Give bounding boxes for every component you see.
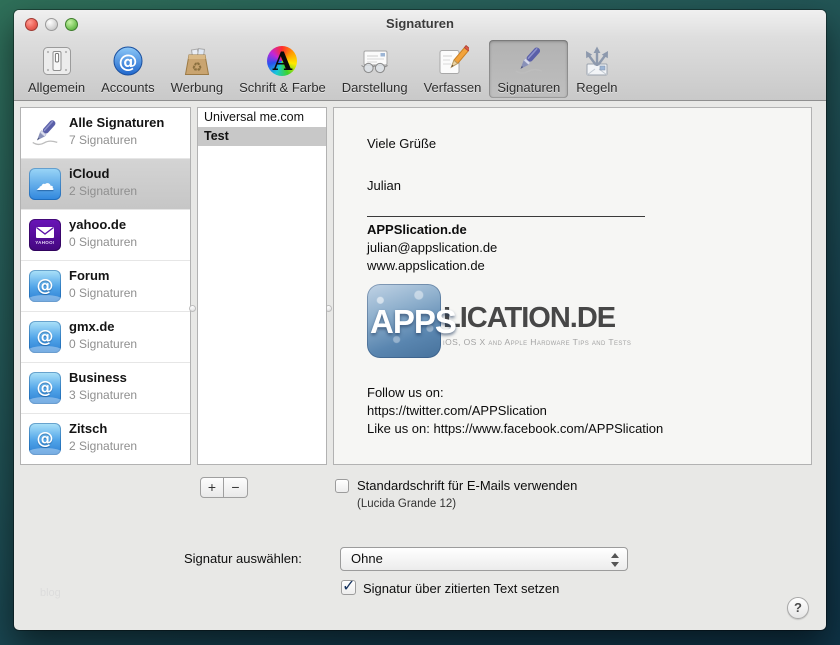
checkmark-icon: ✓ xyxy=(342,576,355,595)
compose-pencil-icon xyxy=(435,44,469,78)
at-circle-icon: @ xyxy=(111,44,145,78)
quote-position-checkbox[interactable]: ✓ xyxy=(341,580,356,595)
titlebar[interactable]: Signaturen xyxy=(14,10,826,36)
preview-facebook: Like us on: https://www.facebook.com/APP… xyxy=(367,421,663,436)
account-count: 2 Signaturen xyxy=(69,184,137,198)
preview-company: APPSlication.de xyxy=(367,222,467,237)
logo-tagline: iOS, OS X and Apple Hardware Tips and Te… xyxy=(443,337,631,347)
account-count: 0 Signaturen xyxy=(69,235,137,249)
preview-follow: Follow us on: xyxy=(367,385,444,400)
signature-item[interactable]: Universal me.com xyxy=(198,108,326,127)
account-row-zitsch[interactable]: @ Zitsch 2 Signaturen xyxy=(21,414,190,465)
window-title: Signaturen xyxy=(14,16,826,31)
mail-at-icon: @ xyxy=(29,423,61,455)
popup-value: Ohne xyxy=(351,551,383,566)
watermark-text: blog xyxy=(40,587,61,599)
account-row-all-signatures[interactable]: Alle Signaturen 7 Signaturen xyxy=(21,108,190,159)
preview-greeting: Viele Grüße xyxy=(367,136,436,151)
signature-add-remove: + − xyxy=(200,477,248,498)
tab-werbung[interactable]: ♻ Werbung xyxy=(163,40,232,98)
tab-schrift-farbe[interactable]: A Schrift & Farbe xyxy=(231,40,334,98)
tab-label: Allgemein xyxy=(28,80,85,95)
signature-list: Universal me.com Test xyxy=(197,107,327,465)
tab-label: Werbung xyxy=(171,80,224,95)
account-count: 2 Signaturen xyxy=(69,439,137,453)
svg-text:@: @ xyxy=(118,51,137,73)
account-row-gmx[interactable]: @ gmx.de 0 Signaturen xyxy=(21,312,190,363)
mail-at-icon: @ xyxy=(29,270,61,302)
tab-darstellung[interactable]: Darstellung xyxy=(334,40,416,98)
account-name: Alle Signaturen xyxy=(69,115,164,130)
tab-verfassen[interactable]: Verfassen xyxy=(416,40,490,98)
signature-item[interactable]: Test xyxy=(198,127,326,146)
account-count: 3 Signaturen xyxy=(69,388,137,402)
account-count: 0 Signaturen xyxy=(69,337,137,351)
tab-allgemein[interactable]: Allgemein xyxy=(20,40,93,98)
quote-position-label: Signatur über zitierten Text setzen xyxy=(363,581,559,596)
stepper-icon xyxy=(611,552,620,568)
preview-twitter: https://twitter.com/APPSlication xyxy=(367,403,547,418)
account-row-yahoo[interactable]: YAHOO! yahoo.de 0 Signaturen xyxy=(21,210,190,261)
tab-label: Accounts xyxy=(101,80,154,95)
tab-regeln[interactable]: Regeln xyxy=(568,40,625,98)
rules-arrows-icon xyxy=(580,44,614,78)
account-row-icloud[interactable]: ☁ iCloud 2 Signaturen xyxy=(21,159,190,210)
preview-website: www.appslication.de xyxy=(367,258,485,273)
signature-pen-icon xyxy=(29,117,61,149)
window-chrome: Signaturen Allgemein @ Accounts ♻ Werbun… xyxy=(14,10,826,101)
add-signature-button[interactable]: + xyxy=(200,477,224,498)
appslication-logo-badge: APPS xyxy=(367,284,441,358)
account-count: 0 Signaturen xyxy=(69,286,137,300)
tab-label: Signaturen xyxy=(497,80,560,95)
tab-accounts[interactable]: @ Accounts xyxy=(93,40,162,98)
choose-signature-popup[interactable]: Ohne xyxy=(340,547,628,571)
splitter-handle[interactable] xyxy=(189,305,196,312)
switch-icon xyxy=(40,44,74,78)
default-font-label: Standardschrift für E-Mails verwenden xyxy=(357,478,577,493)
yahoo-icon: YAHOO! xyxy=(29,219,61,251)
help-button[interactable]: ? xyxy=(787,597,809,619)
account-name: yahoo.de xyxy=(69,217,126,232)
account-row-forum[interactable]: @ Forum 0 Signaturen xyxy=(21,261,190,312)
junk-bag-icon: ♻ xyxy=(180,44,214,78)
tab-signaturen[interactable]: Signaturen xyxy=(489,40,568,98)
preferences-window: Signaturen Allgemein @ Accounts ♻ Werbun… xyxy=(14,10,826,630)
preview-sender: Julian xyxy=(367,178,401,193)
remove-signature-button[interactable]: − xyxy=(224,477,248,498)
signature-divider xyxy=(367,216,645,217)
appslication-logo: APPS LICATION.DE iOS, OS X and Apple Har… xyxy=(367,284,631,358)
choose-signature-label: Signatur auswählen: xyxy=(184,551,302,566)
account-row-business[interactable]: @ Business 3 Signaturen xyxy=(21,363,190,414)
preview-email: julian@appslication.de xyxy=(367,240,497,255)
tab-label: Darstellung xyxy=(342,80,408,95)
mail-at-icon: @ xyxy=(29,372,61,404)
default-font-sublabel: (Lucida Grande 12) xyxy=(357,498,456,510)
tab-label: Schrift & Farbe xyxy=(239,80,326,95)
yahoo-wordmark: YAHOO! xyxy=(35,240,54,245)
account-name: Business xyxy=(69,370,127,385)
mail-at-icon: @ xyxy=(29,321,61,353)
account-name: gmx.de xyxy=(69,319,115,334)
account-name: Forum xyxy=(69,268,109,283)
signature-pen-icon xyxy=(512,44,546,78)
accounts-list: Alle Signaturen 7 Signaturen ☁ iCloud 2 … xyxy=(20,107,191,465)
account-name: iCloud xyxy=(69,166,109,181)
fonts-colors-icon: A xyxy=(265,44,299,78)
viewing-glasses-icon xyxy=(358,44,392,78)
account-count: 7 Signaturen xyxy=(69,133,137,147)
default-font-checkbox[interactable] xyxy=(335,479,349,493)
signature-preview[interactable]: Viele Grüße Julian APPSlication.de julia… xyxy=(333,107,812,465)
icloud-icon: ☁ xyxy=(29,168,61,200)
account-name: Zitsch xyxy=(69,421,107,436)
tab-label: Regeln xyxy=(576,80,617,95)
tab-label: Verfassen xyxy=(424,80,482,95)
desktop: { "window": { "title": "Signaturen", "he… xyxy=(0,0,840,645)
preferences-toolbar: Allgemein @ Accounts ♻ Werbung A Schrift… xyxy=(20,40,625,98)
logo-wordmark: LICATION.DE xyxy=(443,304,631,333)
svg-text:♻: ♻ xyxy=(191,60,202,74)
